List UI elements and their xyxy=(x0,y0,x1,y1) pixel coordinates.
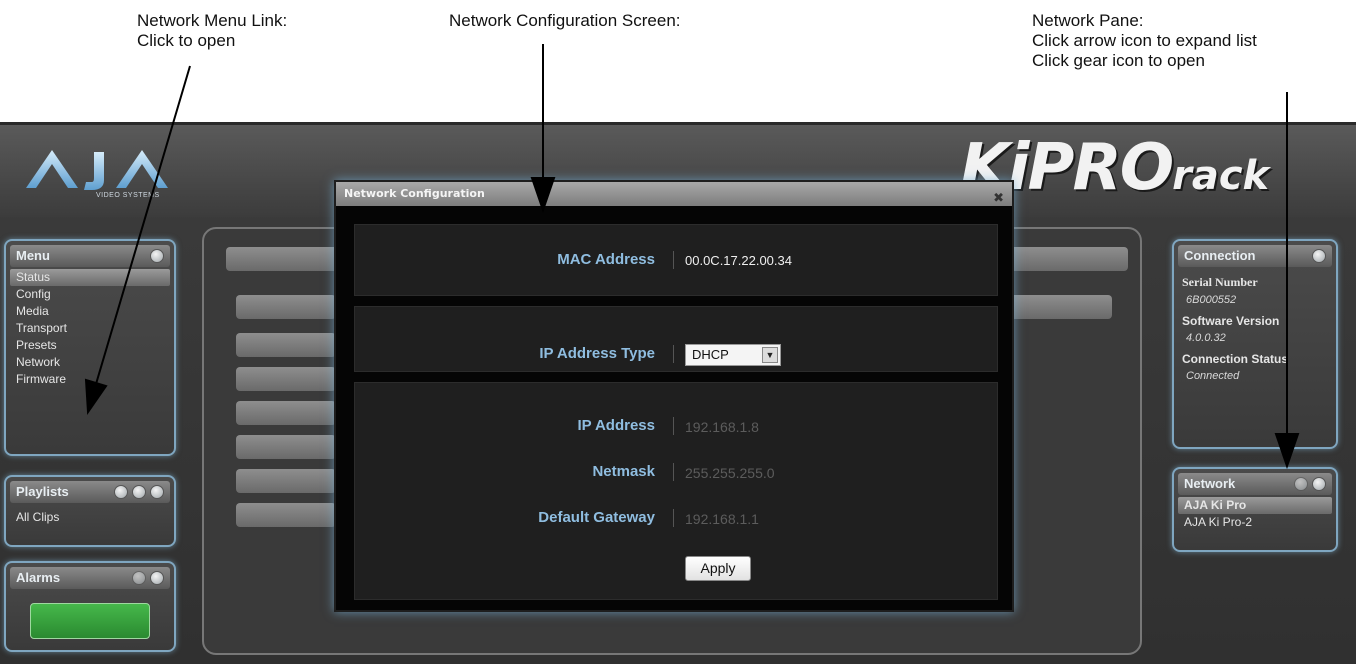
menu-item-config[interactable]: Config xyxy=(10,286,170,303)
network-item-aja-ki-pro[interactable]: AJA Ki Pro xyxy=(1178,497,1332,514)
field-separator xyxy=(673,509,674,527)
content-bar xyxy=(236,333,336,357)
software-version-label: Software Version xyxy=(1182,314,1280,328)
connection-status-label: Connection Status xyxy=(1182,352,1289,366)
menu-item-firmware[interactable]: Firmware xyxy=(10,371,170,388)
network-pane: Network AJA Ki Pro AJA Ki Pro-2 xyxy=(1172,467,1338,552)
menu-item-status[interactable]: Status xyxy=(10,269,170,286)
arrow-icon[interactable] xyxy=(132,571,146,585)
field-separator xyxy=(673,417,674,435)
netmask-label: Netmask xyxy=(592,463,655,480)
playlists-panel-title: Playlists xyxy=(16,484,69,499)
dialog-title: Network Configuration xyxy=(344,187,485,200)
menu-item-transport[interactable]: Transport xyxy=(10,320,170,337)
software-version-value: 4.0.0.32 xyxy=(1186,332,1226,344)
menu-item-presets[interactable]: Presets xyxy=(10,337,170,354)
logo-suffix: rack xyxy=(1172,153,1270,199)
connection-panel-header[interactable]: Connection xyxy=(1178,245,1332,267)
alarms-panel: Alarms xyxy=(4,561,176,652)
collapse-icon[interactable] xyxy=(1312,249,1326,263)
mac-address-value: 00.0C.17.22.00.34 xyxy=(685,253,792,268)
apply-button[interactable]: Apply xyxy=(685,556,751,581)
ip-type-section: IP Address Type DHCP ▼ xyxy=(354,306,998,372)
content-bar xyxy=(236,295,336,319)
content-bar xyxy=(236,435,336,459)
collapse-icon[interactable] xyxy=(150,571,164,585)
network-item-aja-ki-pro-2[interactable]: AJA Ki Pro-2 xyxy=(1178,514,1332,531)
dropdown-arrow-icon[interactable]: ▼ xyxy=(762,347,778,363)
menu-panel-header[interactable]: Menu xyxy=(10,245,170,267)
content-bar xyxy=(1010,247,1128,271)
ip-address-type-select[interactable]: DHCP ▼ xyxy=(685,344,781,366)
ip-details-section: IP Address 192.168.1.8 Netmask 255.255.2… xyxy=(354,382,998,600)
callout-line: Network Configuration Screen: xyxy=(449,11,681,30)
content-bar xyxy=(236,401,336,425)
callout-network-pane: Network Pane: Click arrow icon to expand… xyxy=(1032,11,1257,71)
dialog-title-bar[interactable]: Network Configuration ✖ xyxy=(336,182,1012,206)
alarm-status-indicator xyxy=(30,603,150,639)
menu-panel: Menu Status Config Media Transport Prese… xyxy=(4,239,176,456)
collapse-icon[interactable] xyxy=(150,485,164,499)
content-bar xyxy=(236,469,336,493)
callout-line: Click arrow icon to expand list xyxy=(1032,31,1257,50)
field-separator xyxy=(673,251,674,269)
content-bar xyxy=(236,367,336,391)
menu-panel-title: Menu xyxy=(16,248,50,263)
field-separator xyxy=(673,463,674,481)
ip-address-field[interactable]: 192.168.1.8 xyxy=(685,419,759,435)
connection-status-value: Connected xyxy=(1186,370,1240,382)
default-gateway-field[interactable]: 192.168.1.1 xyxy=(685,511,759,527)
serial-number-label: Serial Number xyxy=(1182,275,1258,289)
serial-number-value: 6B000552 xyxy=(1186,294,1237,306)
mac-address-label: MAC Address xyxy=(557,251,655,268)
playlists-panel: Playlists All Clips xyxy=(4,475,176,547)
kipro-web-ui: VIDEO SYSTEMS KiPROrack Menu Status Conf… xyxy=(0,122,1356,664)
mac-section: MAC Address 00.0C.17.22.00.34 xyxy=(354,224,998,296)
callout-line: Click to open xyxy=(137,31,236,50)
close-icon[interactable]: ✖ xyxy=(993,187,1004,211)
playlists-panel-header[interactable]: Playlists xyxy=(10,481,170,503)
callout-line: Network Pane: xyxy=(1032,11,1144,30)
gear-icon[interactable] xyxy=(1312,477,1326,491)
content-bar xyxy=(236,503,336,527)
connection-panel-title: Connection xyxy=(1184,248,1256,263)
alarms-panel-title: Alarms xyxy=(16,570,61,585)
network-pane-header[interactable]: Network xyxy=(1178,473,1332,495)
playlist-item-all-clips[interactable]: All Clips xyxy=(10,509,170,526)
ip-address-type-value: DHCP xyxy=(692,347,729,362)
remove-playlist-icon[interactable] xyxy=(132,485,146,499)
arrow-icon[interactable] xyxy=(1294,477,1308,491)
network-pane-title: Network xyxy=(1184,476,1236,491)
connection-panel: Connection Serial Number 6B000552 Softwa… xyxy=(1172,239,1338,449)
field-separator xyxy=(673,345,674,363)
alarms-panel-header[interactable]: Alarms xyxy=(10,567,170,589)
callout-network-config-screen: Network Configuration Screen: xyxy=(449,11,681,31)
content-bar xyxy=(1010,295,1112,319)
default-gateway-label: Default Gateway xyxy=(538,509,655,526)
menu-item-media[interactable]: Media xyxy=(10,303,170,320)
callout-network-menu-link: Network Menu Link: Click to open xyxy=(137,11,287,51)
ip-address-label: IP Address xyxy=(577,417,655,434)
ip-address-type-label: IP Address Type xyxy=(539,345,655,362)
collapse-icon[interactable] xyxy=(150,249,164,263)
add-playlist-icon[interactable] xyxy=(114,485,128,499)
callout-line: Network Menu Link: xyxy=(137,11,288,30)
menu-item-network[interactable]: Network xyxy=(10,354,170,371)
callout-line: Click gear icon to open xyxy=(1032,51,1205,70)
network-configuration-dialog: Network Configuration ✖ MAC Address 00.0… xyxy=(334,180,1014,612)
netmask-field[interactable]: 255.255.255.0 xyxy=(685,465,775,481)
aja-logo-subtitle: VIDEO SYSTEMS xyxy=(96,192,160,199)
